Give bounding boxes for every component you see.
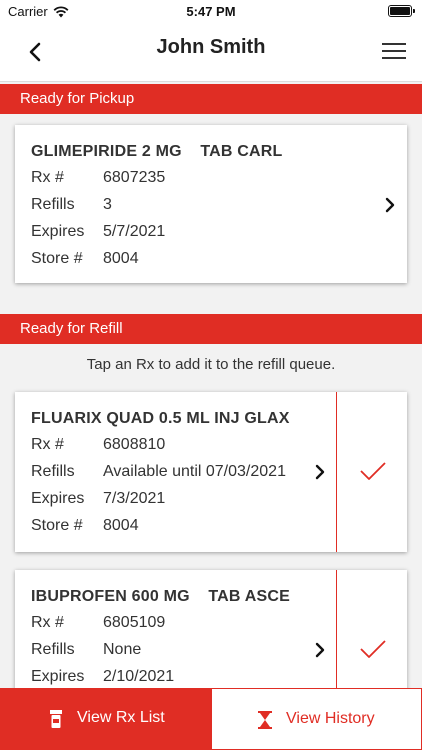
- detail-value: 3: [103, 196, 112, 213]
- view-history-label: View History: [286, 710, 375, 727]
- hourglass-icon: [258, 711, 272, 729]
- nav-bar: John Smith: [0, 24, 422, 82]
- chevron-right-icon[interactable]: [383, 196, 397, 214]
- detail-value: 6805109: [103, 614, 166, 631]
- detail-label: Rx #: [31, 169, 64, 186]
- detail-label: Refills: [31, 641, 75, 658]
- drug-name: IBUPROFEN 600 MG TAB ASCE: [31, 588, 290, 605]
- view-rx-list-label: View Rx List: [77, 709, 165, 726]
- section-header-refill: Ready for Refill: [0, 314, 422, 344]
- checkmark-icon: [360, 462, 386, 480]
- detail-value: 6807235: [103, 169, 166, 186]
- chevron-right-icon[interactable]: [313, 463, 327, 481]
- menu-button[interactable]: [380, 37, 408, 65]
- detail-value: 8004: [103, 517, 139, 534]
- refill-card[interactable]: FLUARIX QUAD 0.5 ML INJ GLAX Rx # 680881…: [15, 392, 407, 552]
- detail-label: Expires: [31, 490, 85, 507]
- detail-label: Rx #: [31, 614, 64, 631]
- hamburger-menu-icon: [382, 43, 406, 59]
- detail-label: Expires: [31, 223, 85, 240]
- detail-label: Store #: [31, 517, 83, 534]
- checkmark-icon: [360, 640, 386, 658]
- add-to-queue-toggle[interactable]: [336, 392, 406, 552]
- detail-label: Store #: [31, 250, 83, 267]
- pickup-card[interactable]: GLIMEPIRIDE 2 MG TAB CARL Rx # 6807235 R…: [15, 125, 407, 283]
- detail-value: 5/7/2021: [103, 223, 166, 240]
- detail-value: 8004: [103, 250, 139, 267]
- detail-value: 2/10/2021: [103, 668, 175, 685]
- pill-bottle-icon: [50, 710, 62, 728]
- section-header-pickup: Ready for Pickup: [0, 84, 422, 114]
- detail-label: Expires: [31, 668, 85, 685]
- bottom-action-bar: View Rx List View History: [0, 688, 422, 750]
- refill-instruction: Tap an Rx to add it to the refill queue.: [86, 356, 336, 373]
- page-title: John Smith: [156, 36, 266, 58]
- battery-icon: [388, 5, 415, 17]
- detail-value: Available until 07/03/2021: [103, 463, 286, 480]
- status-bar: Carrier 5:47 PM: [0, 0, 422, 24]
- detail-label: Rx #: [31, 436, 64, 453]
- status-time: 5:47 PM: [186, 4, 236, 19]
- chevron-right-icon[interactable]: [313, 641, 327, 659]
- detail-value: 6808810: [103, 436, 166, 453]
- detail-label: Refills: [31, 463, 75, 480]
- detail-label: Refills: [31, 196, 75, 213]
- view-rx-list-button[interactable]: View Rx List: [0, 688, 211, 750]
- drug-name: FLUARIX QUAD 0.5 ML INJ GLAX: [31, 410, 290, 427]
- view-history-button[interactable]: View History: [211, 688, 422, 750]
- detail-value: 7/3/2021: [103, 490, 166, 507]
- drug-name: GLIMEPIRIDE 2 MG TAB CARL: [31, 143, 283, 160]
- detail-value: None: [103, 641, 142, 658]
